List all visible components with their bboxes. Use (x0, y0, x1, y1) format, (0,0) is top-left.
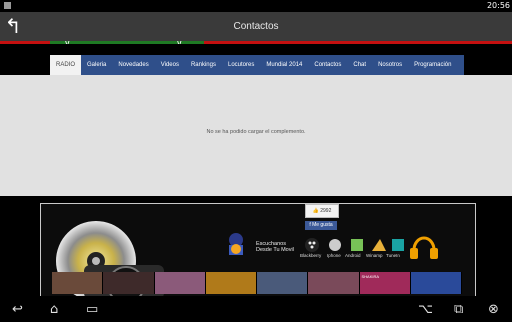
thumb-3[interactable] (154, 272, 206, 294)
action-bar: ↰ Contactos (0, 12, 512, 41)
thumb-2[interactable] (103, 272, 155, 294)
anime-character-icon (229, 233, 243, 255)
android-icon (351, 239, 363, 251)
window-icon[interactable]: ⧉ (454, 302, 463, 317)
photo-strip: SHAKIRA (52, 272, 462, 294)
nav-item-novedades[interactable]: Novedades (112, 55, 154, 75)
share-icon[interactable]: ⌥ (418, 302, 433, 317)
thumb-8[interactable] (410, 272, 462, 294)
apple-icon (329, 239, 341, 251)
nav-item-radio[interactable]: RADIO (50, 55, 82, 75)
system-nav-bar: ↩ ⌂ ▭ ⌥ ⧉ ⊗ (0, 296, 512, 322)
recent-apps-icon[interactable]: ▭ (86, 302, 98, 317)
nav-item-rankings[interactable]: Rankings (185, 55, 222, 75)
page-title: Contactos (233, 21, 279, 32)
thumb-4[interactable] (205, 272, 257, 294)
close-icon[interactable]: ⊗ (488, 302, 499, 317)
nav-item-programaci-n[interactable]: Programación (408, 55, 457, 75)
nav-item-mundial-2014[interactable]: Mundial 2014 (260, 55, 308, 75)
thumb-5[interactable] (257, 272, 309, 294)
nav-item-locutores[interactable]: Locutores (222, 55, 260, 75)
site-navbar: RADIO Galeria Novedades Videos Rankings Locut… (50, 55, 464, 75)
thumb-1[interactable] (52, 272, 104, 294)
home-icon[interactable]: ⌂ (50, 302, 58, 317)
nav-item-videos[interactable]: Videos (155, 55, 185, 75)
like-count-box: 👍 2992 (305, 204, 339, 218)
nav-item-galeria[interactable]: Galeria (81, 55, 112, 75)
thumb-6[interactable] (308, 272, 360, 294)
sim-icon (4, 2, 11, 9)
nav-item-contactos[interactable]: Contactos (308, 55, 347, 75)
webview: RADIO Galeria Novedades Videos Rankings Locut… (0, 44, 512, 299)
listen-from-mobile: Escuchanos Desde Tu Movil (256, 241, 294, 253)
blackberry-icon (305, 238, 319, 252)
nav-item-chat[interactable]: Chat (347, 55, 372, 75)
thumb-7[interactable]: SHAKIRA (359, 272, 411, 294)
plugin-area: No se ha podido cargar el complemento. (0, 75, 512, 196)
app-icons (305, 238, 404, 252)
facebook-like-button[interactable]: f Me gusta (305, 221, 337, 230)
nav-item-nosotros[interactable]: Nosotros (372, 55, 408, 75)
clock: 20:56 (486, 1, 510, 10)
headphones-icon (410, 236, 438, 259)
status-bar: 20:56 (0, 0, 512, 12)
plugin-error-message: No se ha podido cargar el complemento. (206, 129, 306, 135)
back-icon[interactable]: ↩ (12, 302, 23, 317)
tunein-icon (392, 239, 404, 251)
winamp-icon (372, 239, 386, 251)
